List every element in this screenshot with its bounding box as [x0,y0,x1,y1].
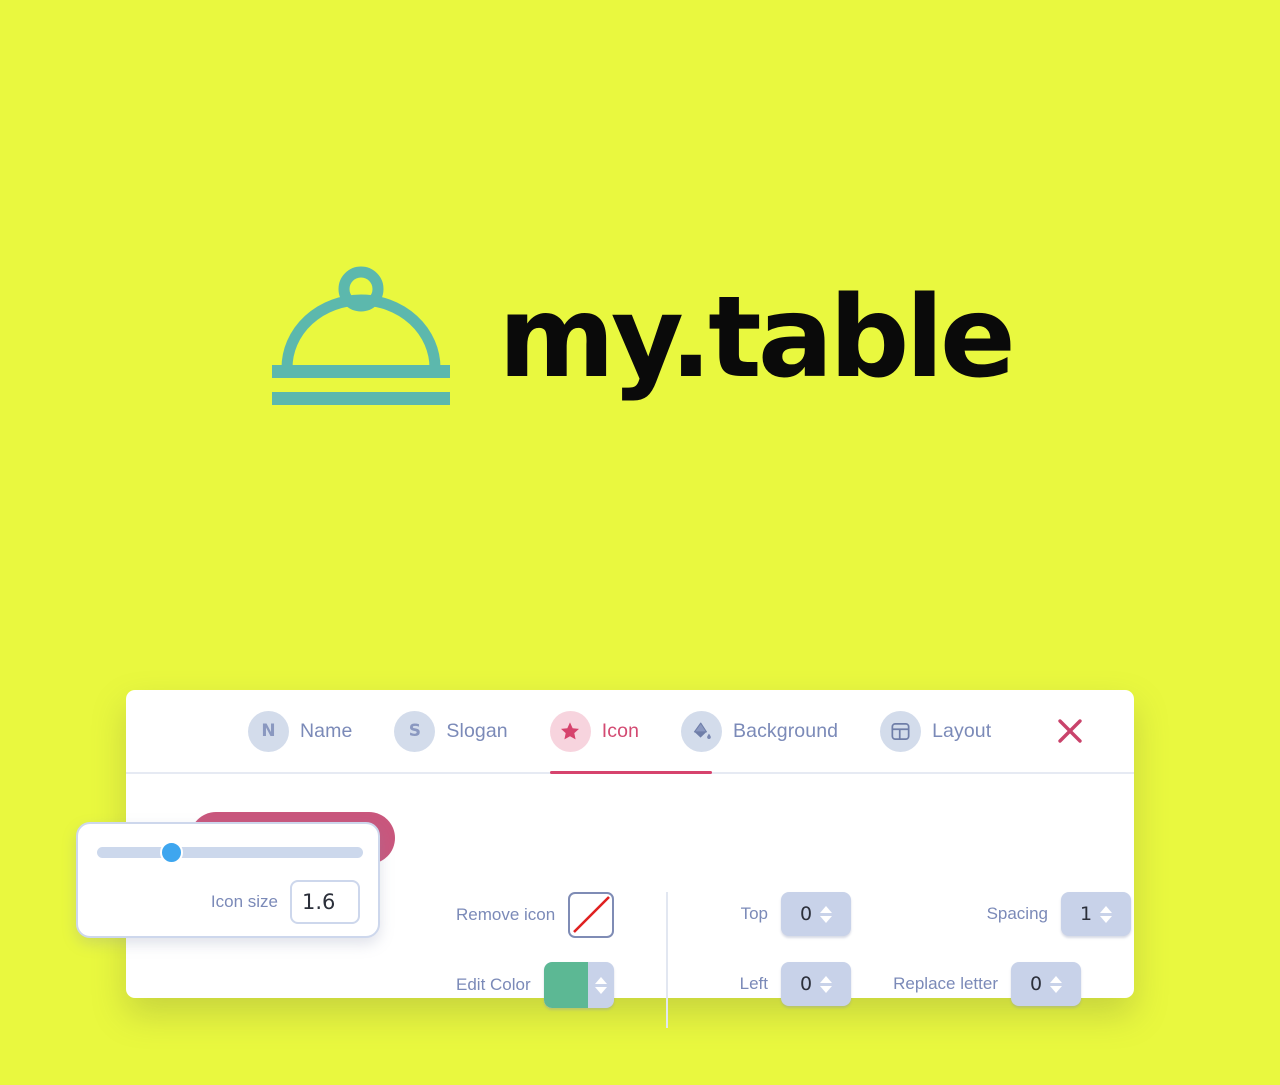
letter-s-badge-icon: S [394,710,436,752]
star-icon [549,710,591,752]
icon-size-input[interactable] [290,880,360,924]
left-offset-value: 0 [799,972,813,995]
top-offset-row: Top 0 [716,892,851,936]
remove-icon-label: Remove icon [456,905,556,924]
spacing-row: Spacing 1 [916,892,1131,936]
layout-grid-icon [880,710,922,752]
icon-size-popup: Icon size [76,822,380,938]
tab-slogan-label: Slogan [446,719,508,742]
left-offset-stepper[interactable]: 0 [781,962,851,1006]
paint-bucket-icon [681,710,723,752]
chevron-down-icon[interactable] [1050,985,1063,993]
top-offset-arrows[interactable] [820,905,833,923]
chevron-down-icon[interactable] [820,915,833,923]
edit-color-row: Edit Color [456,962,614,1008]
tab-name-label: Name [300,719,353,742]
logo-canvas: my.table [0,0,1280,680]
tab-icon-label: Icon [601,719,640,742]
paint-bucket-glyph [693,722,711,739]
close-icon[interactable] [1051,712,1089,750]
chevron-up-icon[interactable] [1100,905,1113,913]
chevron-down-icon[interactable] [820,985,833,993]
tab-name[interactable]: N Name [248,710,353,752]
replace-letter-arrows[interactable] [1050,975,1063,993]
editor-tabbar: N Name S Slogan Icon Background Layout [126,690,1134,774]
chevron-down-icon[interactable] [594,986,607,994]
cloche-serving-dome-icon [272,266,451,405]
diagonal-slash-icon [572,896,610,933]
no-icon-slash-swatch[interactable] [568,892,615,938]
tab-slogan-badge-letter: S [408,720,422,741]
section-divider [666,892,668,1028]
tab-icon[interactable]: Icon [549,710,640,752]
close-x-glyph [1058,719,1082,743]
chevron-up-icon[interactable] [820,975,833,983]
icon-size-slider[interactable] [97,841,363,864]
tab-slogan[interactable]: S Slogan [394,710,508,752]
icon-size-field-row: Icon size [78,880,378,924]
tab-layout[interactable]: Layout [880,710,992,752]
spacing-arrows[interactable] [1100,905,1113,923]
letter-n-badge-icon: N [248,710,289,752]
spacing-value: 1 [1079,902,1093,925]
edit-color-stepper[interactable] [543,962,614,1008]
replace-letter-value: 0 [1029,972,1043,995]
logo-lockup: my.table [268,262,1016,414]
chevron-down-icon[interactable] [1100,915,1113,923]
remove-icon-row: Remove icon [456,892,615,938]
star-glyph [561,722,580,740]
chevron-up-icon[interactable] [820,905,833,913]
replace-letter-label: Replace letter [893,974,998,993]
tab-layout-label: Layout [932,719,992,742]
top-offset-stepper[interactable]: 0 [781,892,851,936]
top-offset-value: 0 [799,902,813,925]
logo-wordmark: my.table [498,273,1016,403]
slider-thumb[interactable] [160,841,184,864]
left-offset-label: Left [739,974,768,993]
icon-size-label: Icon size [210,892,278,911]
edit-color-label: Edit Color [456,975,531,994]
left-offset-arrows[interactable] [820,975,833,993]
spacing-stepper[interactable]: 1 [1061,892,1131,936]
replace-letter-stepper[interactable]: 0 [1011,962,1081,1006]
tab-background-label: Background [733,719,839,742]
color-swatch[interactable] [543,962,588,1008]
replace-letter-row: Replace letter 0 [866,962,1081,1006]
spacing-label: Spacing [986,904,1048,923]
chevron-up-icon[interactable] [1050,975,1063,983]
top-offset-label: Top [740,904,768,923]
left-offset-row: Left 0 [716,962,851,1006]
tab-background[interactable]: Background [681,710,839,752]
color-stepper-arrows[interactable] [588,962,614,1008]
chevron-up-icon[interactable] [594,976,607,984]
layout-grid-glyph [891,722,910,740]
tab-name-badge-letter: N [261,720,276,741]
slider-track[interactable] [97,847,363,858]
